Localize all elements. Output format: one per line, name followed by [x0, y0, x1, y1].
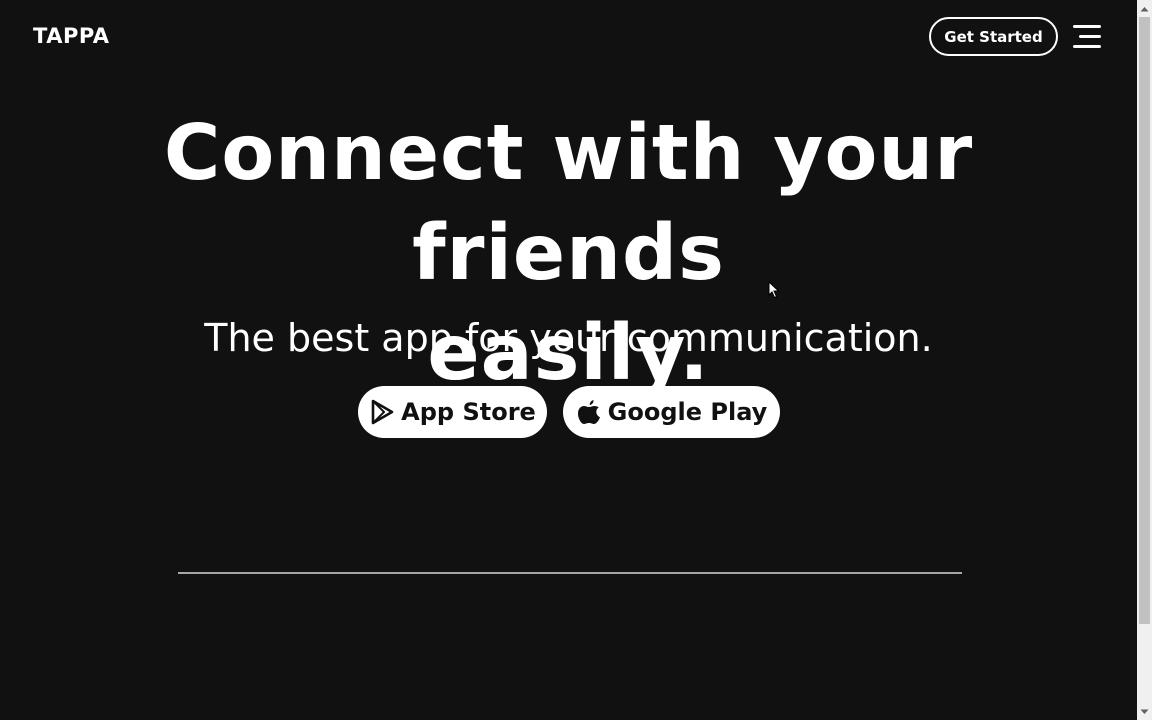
app-store-label: App Store: [401, 398, 536, 426]
landing-page: TAPPA Get Started Connect with your frie…: [0, 0, 1137, 720]
google-play-label: Google Play: [607, 398, 768, 426]
scroll-up-arrow-icon[interactable]: [1137, 0, 1152, 17]
get-started-button[interactable]: Get Started: [929, 17, 1058, 56]
apple-icon: [577, 400, 600, 424]
scrollbar-thumb[interactable]: [1139, 17, 1150, 624]
hero-subtitle: The best app for your communication.: [204, 316, 933, 360]
brand-logo[interactable]: TAPPA: [33, 24, 110, 48]
scroll-down-arrow-icon[interactable]: [1137, 703, 1152, 720]
vertical-scrollbar[interactable]: [1137, 0, 1152, 720]
section-divider: [178, 572, 962, 574]
play-triangle-icon: [371, 399, 394, 425]
hamburger-menu-icon[interactable]: [1071, 24, 1103, 50]
google-play-button[interactable]: Google Play: [563, 386, 780, 438]
app-store-button[interactable]: App Store: [358, 386, 547, 438]
mouse-cursor-icon: [768, 280, 780, 299]
hero-title-line-1: Connect with your friends: [163, 109, 974, 298]
